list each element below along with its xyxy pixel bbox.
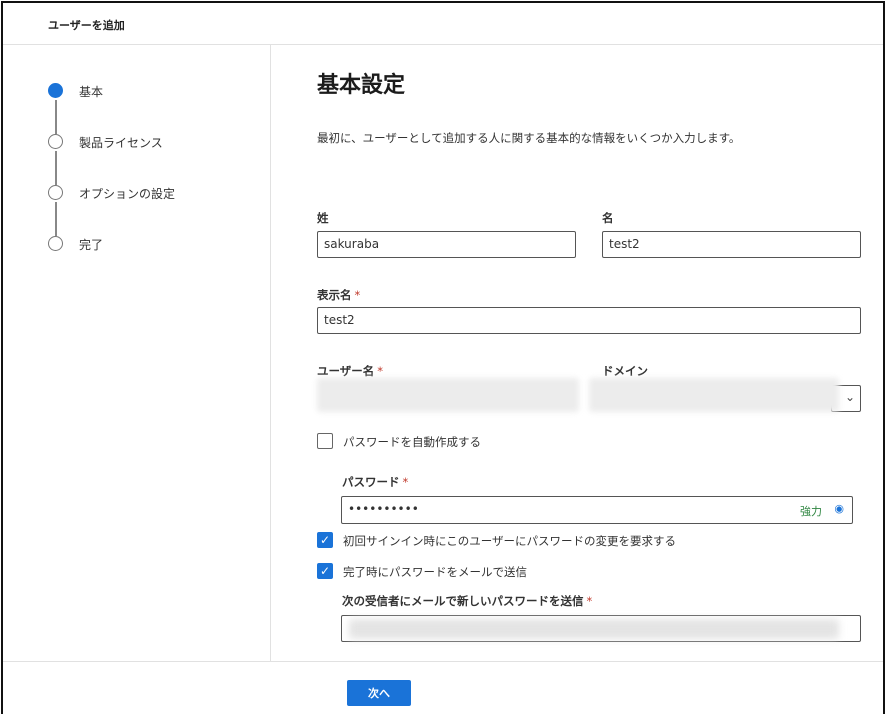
recipients-value — [349, 619, 839, 639]
password-strength: 強力 — [800, 505, 822, 518]
email-password-label: 完了時にパスワードをメールで送信 — [343, 565, 527, 579]
auto-password-label: パスワードを自動作成する — [343, 435, 481, 449]
display-name-input[interactable]: test2 — [317, 307, 861, 334]
required-marker: * — [377, 364, 384, 378]
require-change-checkbox[interactable]: ✓ — [317, 532, 333, 548]
display-name-label-text: 表示名 — [317, 288, 352, 302]
last-name-label: 姓 — [317, 211, 329, 225]
recipients-label: 次の受信者にメールで新しいパスワードを送信 * — [342, 593, 592, 609]
username-label: ユーザー名 * — [317, 363, 383, 379]
step-connector — [55, 151, 57, 185]
checkmark-icon: ✓ — [319, 564, 331, 578]
step-indicator — [48, 134, 63, 149]
header-title: ユーザーを追加 — [48, 19, 125, 32]
step-indicator — [48, 236, 63, 251]
step-connector — [55, 202, 57, 236]
required-marker: * — [586, 594, 593, 608]
main-content: 基本設定 最初に、ユーザーとして追加する人に関する基本的な情報をいくつか入力しま… — [271, 45, 883, 661]
step-label: 基本 — [79, 85, 104, 99]
step-label: 製品ライセンス — [79, 136, 163, 150]
wizard-steps: 基本 製品ライセンス オプションの設定 完了 — [3, 45, 271, 661]
domain-label: ドメイン — [602, 364, 648, 378]
chevron-down-icon: ⌄ — [844, 390, 855, 404]
password-value: •••••••••• — [348, 502, 419, 516]
domain-value — [589, 378, 839, 412]
first-name-label: 名 — [602, 211, 614, 225]
password-label: パスワード * — [342, 474, 408, 490]
step-label: 完了 — [79, 238, 104, 252]
username-label-text: ユーザー名 — [317, 364, 375, 378]
required-marker: * — [354, 288, 361, 302]
checkmark-icon: ✓ — [319, 533, 331, 547]
dialog-frame: ユーザーを追加 基本 製品ライセンス オプションの設定 完了 基本設定 最初に、… — [1, 1, 885, 714]
eye-icon[interactable]: ◉ — [834, 502, 844, 515]
header: ユーザーを追加 — [3, 3, 883, 45]
email-password-checkbox[interactable]: ✓ — [317, 563, 333, 579]
required-marker: * — [402, 475, 409, 489]
display-name-label: 表示名 * — [317, 287, 360, 303]
recipients-label-text: 次の受信者にメールで新しいパスワードを送信 — [342, 594, 584, 608]
last-name-input[interactable]: sakuraba — [317, 231, 576, 258]
step-label: オプションの設定 — [79, 187, 176, 201]
page-title: 基本設定 — [317, 73, 406, 98]
auto-password-checkbox[interactable] — [317, 433, 333, 449]
page-description: 最初に、ユーザーとして追加する人に関する基本的な情報をいくつか入力します。 — [317, 131, 741, 145]
next-button[interactable]: 次へ — [347, 680, 411, 706]
require-change-label: 初回サインイン時にこのユーザーにパスワードの変更を要求する — [343, 534, 677, 548]
password-label-text: パスワード — [342, 475, 400, 489]
step-indicator-active — [48, 83, 63, 98]
first-name-input[interactable]: test2 — [602, 231, 861, 258]
step-connector — [55, 100, 57, 134]
footer: 次へ — [3, 661, 883, 714]
password-input[interactable]: •••••••••• 強力 ◉ — [341, 496, 853, 524]
username-input[interactable] — [317, 378, 579, 412]
step-indicator — [48, 185, 63, 200]
